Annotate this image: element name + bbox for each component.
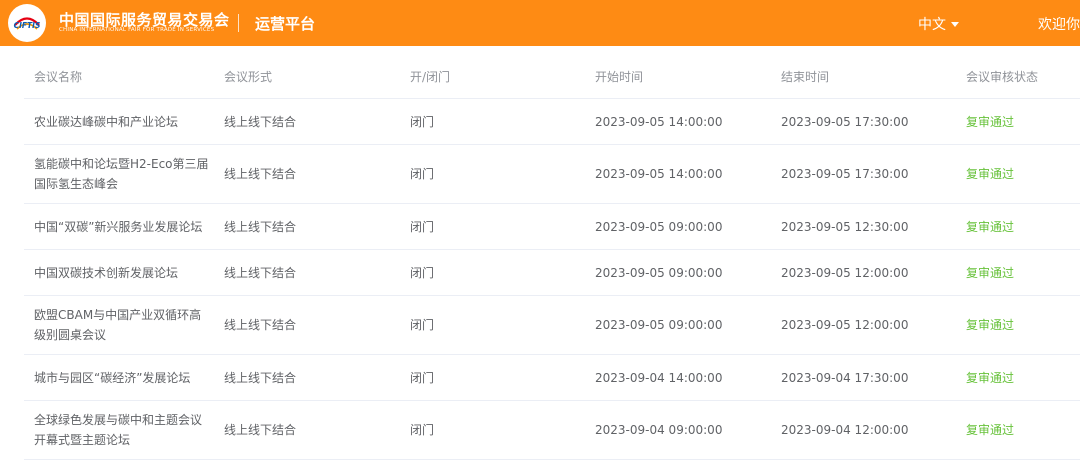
table-row[interactable]: 欧盟CBAM与中国产业双循环高级别圆桌会议 线上线下结合 闭门 2023-09-… <box>24 296 1080 355</box>
meeting-end: 2023-09-05 12:30:00 <box>781 219 909 234</box>
language-selector[interactable]: 中文 <box>918 14 959 34</box>
column-header-access[interactable]: 开/闭门 <box>410 56 580 98</box>
logo-text: CIFTIS <box>14 21 41 30</box>
welcome-user[interactable]: 欢迎你 <box>1038 14 1080 34</box>
meeting-name: 氢能碳中和论坛暨H2-Eco第三届国际氢生态峰会 <box>34 157 209 191</box>
brand-name-en: CHINA INTERNATIONAL FAIR FOR TRADE IN SE… <box>59 27 215 33</box>
meeting-name: 欧盟CBAM与中国产业双循环高级别圆桌会议 <box>34 308 202 342</box>
ciftis-logo-mark: CIFTIS <box>14 17 41 30</box>
meeting-name: 中国“双碳”新兴服务业发展论坛 <box>34 219 203 234</box>
meeting-access: 闭门 <box>410 114 435 129</box>
meeting-access: 闭门 <box>410 219 435 234</box>
meeting-end: 2023-09-05 17:30:00 <box>781 167 909 181</box>
meeting-status: 复审通过 <box>966 219 1015 234</box>
meeting-access: 闭门 <box>410 370 435 385</box>
platform-title: 运营平台 <box>255 15 316 33</box>
table-row[interactable]: 中国双碳技术创新发展论坛 线上线下结合 闭门 2023-09-05 09:00:… <box>24 250 1080 296</box>
meeting-start: 2023-09-05 14:00:00 <box>595 114 723 129</box>
meeting-start: 2023-09-05 09:00:00 <box>595 318 723 332</box>
meeting-status: 复审通过 <box>966 370 1015 385</box>
ciftis-logo[interactable]: CIFTIS <box>8 4 46 42</box>
caret-down-icon <box>951 22 959 27</box>
meeting-format: 线上线下结合 <box>224 370 297 385</box>
column-header-end[interactable]: 结束时间 <box>781 56 951 98</box>
meeting-end: 2023-09-05 17:30:00 <box>781 114 909 129</box>
table-row[interactable]: 农业碳达峰碳中和产业论坛 线上线下结合 闭门 2023-09-05 14:00:… <box>24 99 1080 145</box>
meeting-end: 2023-09-05 12:00:00 <box>781 318 909 332</box>
meeting-access: 闭门 <box>410 318 435 332</box>
meeting-status: 复审通过 <box>966 423 1015 437</box>
column-header-name[interactable]: 会议名称 <box>34 56 212 98</box>
meeting-name: 农业碳达峰碳中和产业论坛 <box>34 114 179 129</box>
meeting-table: 会议名称 会议形式 开/闭门 开始时间 结束时间 会议审核状态 农业碳达峰碳中和… <box>24 56 1080 460</box>
table-row[interactable]: 中国“双碳”新兴服务业发展论坛 线上线下结合 闭门 2023-09-05 09:… <box>24 204 1080 250</box>
meeting-format: 线上线下结合 <box>224 318 297 332</box>
meeting-format: 线上线下结合 <box>224 114 297 129</box>
meeting-start: 2023-09-05 09:00:00 <box>595 265 723 280</box>
meeting-access: 闭门 <box>410 423 435 437</box>
table-row[interactable]: 氢能碳中和论坛暨H2-Eco第三届国际氢生态峰会 线上线下结合 闭门 2023-… <box>24 145 1080 204</box>
column-header-format[interactable]: 会议形式 <box>224 56 394 98</box>
meeting-format: 线上线下结合 <box>224 423 297 437</box>
table-row[interactable]: 全球绿色发展与碳中和主题会议开幕式暨主题论坛 线上线下结合 闭门 2023-09… <box>24 401 1080 460</box>
meeting-end: 2023-09-04 12:00:00 <box>781 423 909 437</box>
meeting-name: 全球绿色发展与碳中和主题会议开幕式暨主题论坛 <box>34 413 203 447</box>
meeting-start: 2023-09-05 14:00:00 <box>595 167 723 181</box>
meeting-status: 复审通过 <box>966 318 1015 332</box>
meeting-start: 2023-09-05 09:00:00 <box>595 219 723 234</box>
meeting-access: 闭门 <box>410 167 435 181</box>
meeting-end: 2023-09-04 17:30:00 <box>781 370 909 385</box>
top-nav-bar: CIFTIS 中国国际服务贸易交易会 CHINA INTERNATIONAL F… <box>0 0 1080 46</box>
meeting-access: 闭门 <box>410 265 435 280</box>
meeting-start: 2023-09-04 09:00:00 <box>595 423 723 437</box>
meeting-status: 复审通过 <box>966 114 1015 129</box>
meeting-status: 复审通过 <box>966 167 1015 181</box>
meeting-format: 线上线下结合 <box>224 265 297 280</box>
column-header-status[interactable]: 会议审核状态 <box>966 56 1076 98</box>
meeting-status: 复审通过 <box>966 265 1015 280</box>
table-header-row: 会议名称 会议形式 开/闭门 开始时间 结束时间 会议审核状态 <box>24 56 1080 99</box>
language-label: 中文 <box>918 17 946 33</box>
table-row[interactable]: 城市与园区“碳经济”发展论坛 线上线下结合 闭门 2023-09-04 14:0… <box>24 355 1080 401</box>
column-header-start[interactable]: 开始时间 <box>595 56 765 98</box>
meeting-format: 线上线下结合 <box>224 167 297 181</box>
meeting-end: 2023-09-05 12:00:00 <box>781 265 909 280</box>
meeting-start: 2023-09-04 14:00:00 <box>595 370 723 385</box>
meeting-name: 中国双碳技术创新发展论坛 <box>34 265 179 280</box>
meeting-name: 城市与园区“碳经济”发展论坛 <box>34 370 191 385</box>
meeting-format: 线上线下结合 <box>224 219 297 234</box>
brand-divider <box>238 14 239 32</box>
